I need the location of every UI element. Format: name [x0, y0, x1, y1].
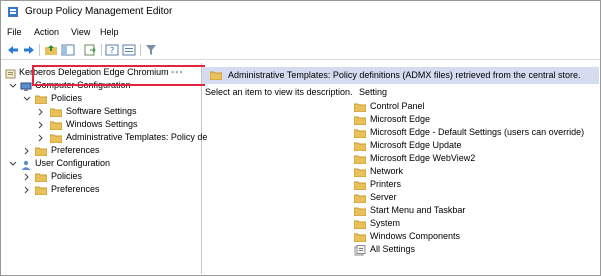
tree-item-software-settings[interactable]: Software Settings [5, 106, 201, 119]
computer-icon [20, 82, 32, 91]
properties-icon[interactable] [122, 43, 136, 57]
show-hide-tree-icon[interactable] [61, 43, 75, 57]
setting-label: Control Panel [370, 101, 425, 111]
folder-icon [50, 121, 62, 130]
chevron-right-icon[interactable] [37, 121, 45, 129]
filter-icon[interactable] [144, 43, 158, 57]
menu-action[interactable]: Action [34, 27, 59, 37]
tree-item-user-preferences[interactable]: Preferences [5, 184, 201, 197]
tree-item-preferences[interactable]: Preferences [5, 145, 201, 158]
tree-label-policies: Policies [51, 93, 83, 103]
folder-icon [354, 129, 366, 138]
tree-item-user-configuration[interactable]: User Configuration [5, 158, 201, 171]
tree-label-administrative-templates: Administrative Templates: Policy de [66, 132, 208, 142]
setting-label: Start Menu and Taskbar [370, 205, 466, 215]
folder-icon [354, 233, 366, 242]
setting-label: Microsoft Edge WebView2 [370, 153, 476, 163]
chevron-down-icon[interactable] [9, 82, 17, 90]
chevron-right-icon[interactable] [23, 186, 31, 194]
details-pane: Administrative Templates: Policy definit… [202, 63, 599, 274]
folder-icon [354, 220, 366, 229]
all-settings-icon [354, 245, 366, 256]
chevron-right-icon[interactable] [37, 108, 45, 116]
folder-icon [354, 142, 366, 151]
help-icon[interactable]: ? [105, 43, 119, 57]
menu-bar: File Action View Help [1, 24, 600, 41]
chevron-down-icon[interactable] [9, 160, 17, 168]
tree-item-administrative-templates[interactable]: Administrative Templates: Policy de [5, 132, 207, 145]
toolbar: ? [1, 41, 600, 60]
setting-label: System [370, 218, 401, 228]
folder-icon [210, 71, 222, 80]
selection-highlight-box [32, 65, 205, 86]
tree-label-user-configuration: User Configuration [35, 158, 111, 168]
setting-column-header[interactable]: Setting [359, 87, 387, 97]
chevron-right-icon[interactable] [23, 147, 31, 155]
menu-help[interactable]: Help [100, 27, 119, 37]
folder-icon [35, 147, 47, 156]
folder-icon [354, 194, 366, 203]
setting-label: Microsoft Edge [370, 114, 431, 124]
back-icon[interactable] [6, 43, 20, 57]
path-banner: Administrative Templates: Policy definit… [202, 67, 599, 84]
window-title: Group Policy Management Editor [25, 6, 173, 17]
description-text: Select an item to view its description. [205, 87, 353, 97]
tree-label-user-preferences: Preferences [51, 184, 100, 194]
folder-icon [354, 155, 366, 164]
setting-label: Network [370, 166, 404, 176]
tree-label-windows-settings: Windows Settings [66, 119, 138, 129]
setting-label: Windows Components [370, 231, 461, 241]
folder-icon [354, 207, 366, 216]
setting-label: Microsoft Edge - Default Settings (users… [370, 127, 585, 137]
tree-label-software-settings: Software Settings [66, 106, 137, 116]
tree-item-windows-settings[interactable]: Windows Settings [5, 119, 201, 132]
up-folder-icon[interactable] [44, 43, 58, 57]
tree-label-user-policies: Policies [51, 171, 83, 181]
folder-icon [35, 186, 47, 195]
folder-icon [354, 168, 366, 177]
toolbar-separator [140, 44, 141, 56]
menu-view[interactable]: View [71, 27, 90, 37]
app-window: Group Policy Management Editor File Acti… [0, 0, 601, 276]
tree-item-policies[interactable]: Policies [5, 93, 201, 106]
gpo-scroll-icon [5, 69, 16, 79]
toolbar-separator [39, 44, 40, 56]
folder-icon [354, 181, 366, 190]
setting-label: Microsoft Edge Update [370, 140, 462, 150]
folder-icon [50, 134, 62, 143]
chevron-right-icon[interactable] [23, 173, 31, 181]
folder-icon [354, 103, 366, 112]
folder-icon [35, 95, 47, 104]
menu-file[interactable]: File [7, 27, 22, 37]
gpo-editor-app-icon [8, 7, 18, 17]
setting-label: Printers [370, 179, 402, 189]
folder-icon [354, 116, 366, 125]
console-tree: Kerberos Delegation Edge Chromium ▪▪▪ Co… [3, 63, 207, 274]
tree-label-preferences: Preferences [51, 145, 100, 155]
export-list-icon[interactable] [83, 43, 97, 57]
folder-icon [35, 173, 47, 182]
svg-text:?: ? [110, 46, 114, 55]
title-bar: Group Policy Management Editor [1, 1, 600, 24]
tree-item-user-policies[interactable]: Policies [5, 171, 201, 184]
toolbar-separator [101, 44, 102, 56]
setting-label: All Settings [370, 244, 416, 254]
chevron-right-icon[interactable] [37, 134, 45, 142]
forward-icon[interactable] [22, 43, 36, 57]
banner-text: Administrative Templates: Policy definit… [228, 70, 581, 80]
user-icon [21, 160, 31, 170]
setting-label: Server [370, 192, 397, 202]
folder-icon [50, 108, 62, 117]
chevron-down-icon[interactable] [23, 95, 31, 103]
